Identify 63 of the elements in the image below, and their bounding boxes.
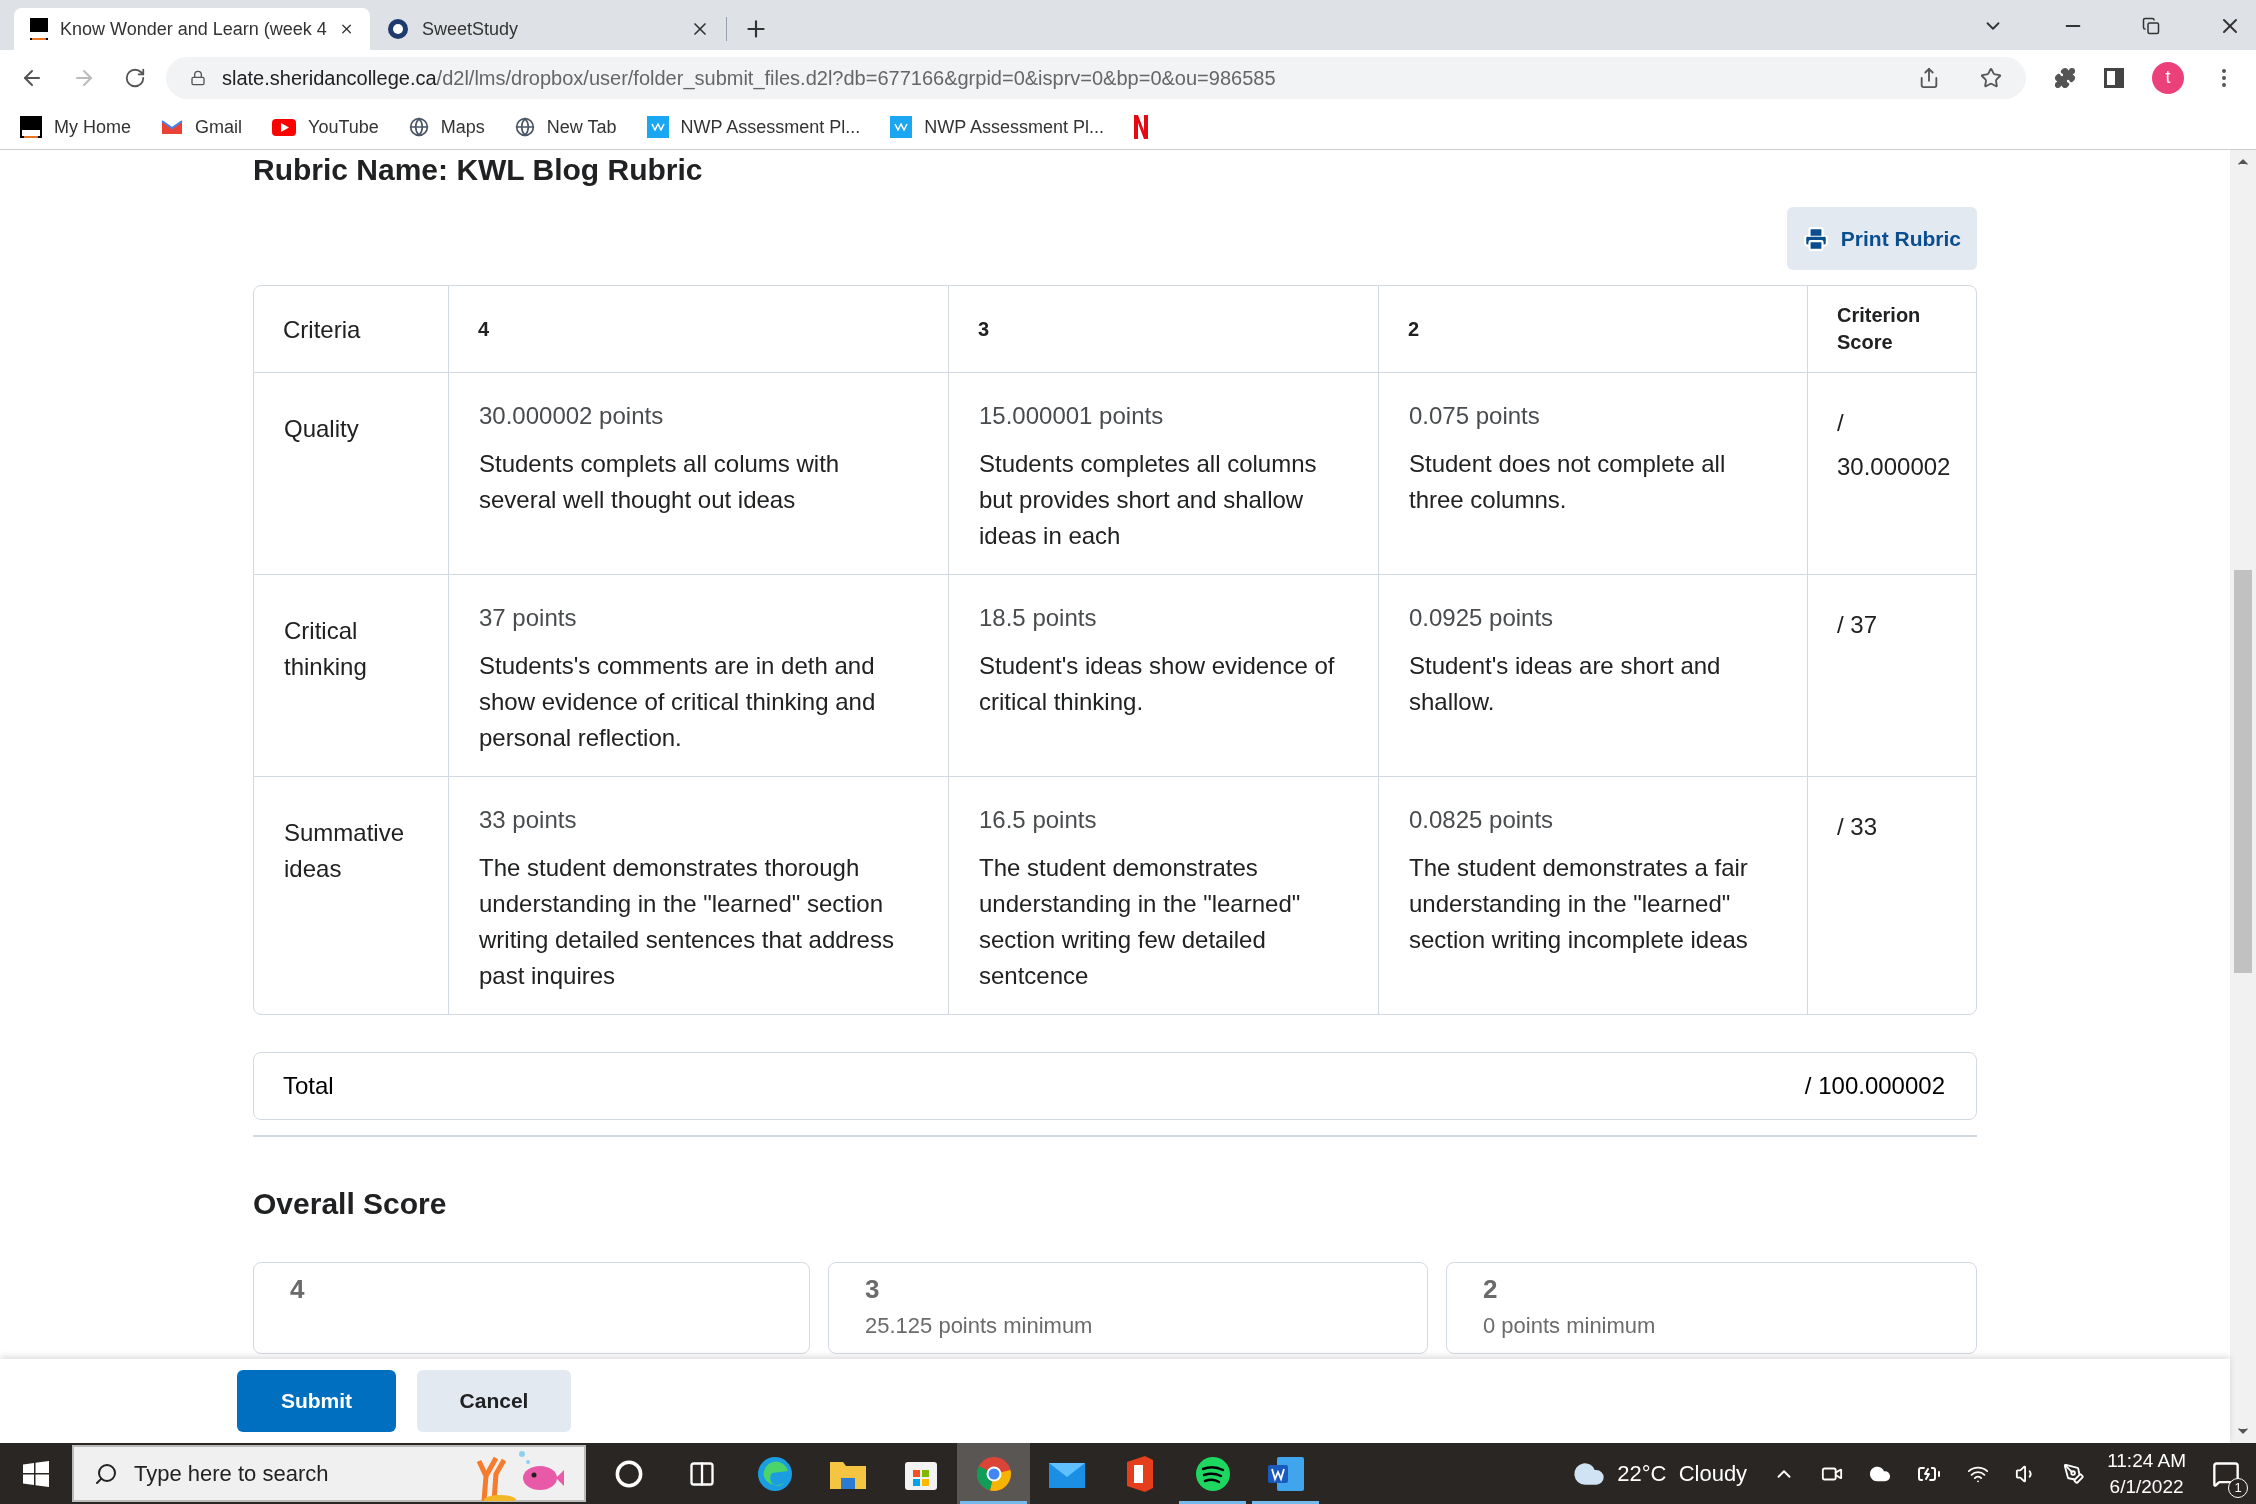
- level-minimum: 25.125 points minimum: [865, 1312, 1094, 1340]
- level-description: Students completes all columns but provides short and shallow ideas in each: [979, 449, 1318, 551]
- address-bar[interactable]: slate.sheridancollege.ca/d2l/lms/dropbox/user/folder_submit_files.d2l?db=677166&grpid=0&isprv=0&bp=0&ou=986585: [166, 56, 2026, 99]
- score-level-card[interactable]: 4: [253, 1262, 810, 1354]
- points-value: 15.000001 points: [979, 401, 1165, 431]
- criterion-name: Quality: [284, 414, 360, 444]
- level-description: Students complets all colums with several well thought out ideas: [479, 449, 841, 515]
- tab-title: SweetStudy: [422, 17, 520, 41]
- criterion-score: / 30.000002: [1837, 408, 1947, 482]
- column-header: 3: [978, 316, 990, 342]
- points-value: 0.0925 points: [1409, 603, 1555, 633]
- column-header: Criteria: [283, 315, 361, 343]
- level-description: Student's ideas are short and shallow.: [1409, 651, 1722, 717]
- print-rubric-button[interactable]: Print Rubric: [1786, 207, 1977, 270]
- submit-button[interactable]: Submit: [237, 1370, 396, 1432]
- level-description: Students's comments are in deth and show evidence of critical thinking and personal reflection.: [479, 651, 877, 753]
- bookmark[interactable]: Maps: [408, 113, 485, 141]
- total-score: / 100.000002: [1804, 1071, 1946, 1101]
- bookmark[interactable]: NWP Assessment Pl...: [646, 113, 861, 141]
- weather-text[interactable]: 22°C Cloudy: [1617, 1457, 1748, 1490]
- bookmark[interactable]: My Home: [20, 113, 131, 141]
- level-description: Student does not complete all three columns.: [1409, 449, 1727, 515]
- column-header: 2: [1408, 316, 1420, 342]
- clock-time[interactable]: 11:24 AM: [2107, 1447, 2186, 1474]
- level-name: 4: [290, 1273, 306, 1305]
- criterion-name: Summative ideas: [284, 818, 406, 884]
- points-value: 0.0825 points: [1409, 805, 1555, 835]
- bookmark[interactable]: Gmail: [161, 113, 243, 141]
- level-name: 2: [1483, 1273, 1499, 1305]
- cancel-button[interactable]: Cancel: [417, 1370, 571, 1432]
- rubric-title: Rubric Name: KWL Blog Rubric: [253, 152, 704, 188]
- browser-tab[interactable]: Know Wonder and Learn (week 4: [14, 8, 370, 50]
- points-value: 0.075 points: [1409, 401, 1541, 431]
- level-description: The student demonstrates a fair understanding in the "learned" section writing incomplete ideas: [1409, 853, 1749, 955]
- profile-avatar[interactable]: t: [2152, 61, 2184, 94]
- total-label: Total: [283, 1071, 334, 1101]
- level-description: Student's ideas show evidence of critical thinking.: [979, 651, 1336, 717]
- browser-tab[interactable]: SweetStudy: [370, 8, 726, 50]
- tab-title: Know Wonder and Learn (week 4: [60, 17, 327, 41]
- bookmark[interactable]: NWP Assessment Pl...: [890, 113, 1104, 141]
- overall-score-heading: Overall Score: [253, 1186, 448, 1222]
- criterion-score: / 37: [1837, 610, 1879, 640]
- clock-date[interactable]: 6/1/2022: [2109, 1473, 2184, 1500]
- bookmark[interactable]: New Tab: [514, 113, 617, 141]
- column-header: 4: [478, 316, 490, 342]
- score-level-card[interactable]: 3 25.125 points minimum: [828, 1262, 1428, 1354]
- column-header: Criterion Score: [1837, 303, 1922, 355]
- level-description: The student demonstrates understanding in the "learned" section writing few detailed sentcence: [979, 853, 1302, 991]
- score-level-card[interactable]: 2 0 points minimum: [1446, 1262, 1977, 1354]
- points-value: 30.000002 points: [479, 401, 665, 431]
- taskbar-search-field[interactable]: Type here to search: [72, 1445, 586, 1502]
- points-value: 18.5 points: [979, 603, 1098, 633]
- points-value: 37 points: [479, 603, 578, 633]
- criterion-name: Critical thinking: [284, 616, 368, 682]
- bookmark[interactable]: YouTube: [272, 113, 379, 141]
- url-text: slate.sheridancollege.ca/d2l/lms/dropbox/user/folder_submit_files.d2l?db=677166&grpid=0&isprv=0&bp=0&ou=986585: [222, 65, 1277, 92]
- level-name: 3: [865, 1273, 881, 1305]
- level-description: The student demonstrates thorough understanding in the "learned" section writing detailed sentences that address past inquires: [479, 853, 895, 991]
- points-value: 33 points: [479, 805, 578, 835]
- points-value: 16.5 points: [979, 805, 1098, 835]
- notification-count: 1: [2228, 1478, 2248, 1498]
- criterion-score: / 33: [1837, 812, 1879, 842]
- level-minimum: 0 points minimum: [1483, 1312, 1657, 1340]
